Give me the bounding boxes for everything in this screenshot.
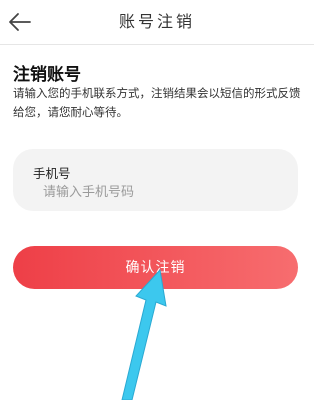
annotation-arrow-icon: [121, 268, 167, 400]
